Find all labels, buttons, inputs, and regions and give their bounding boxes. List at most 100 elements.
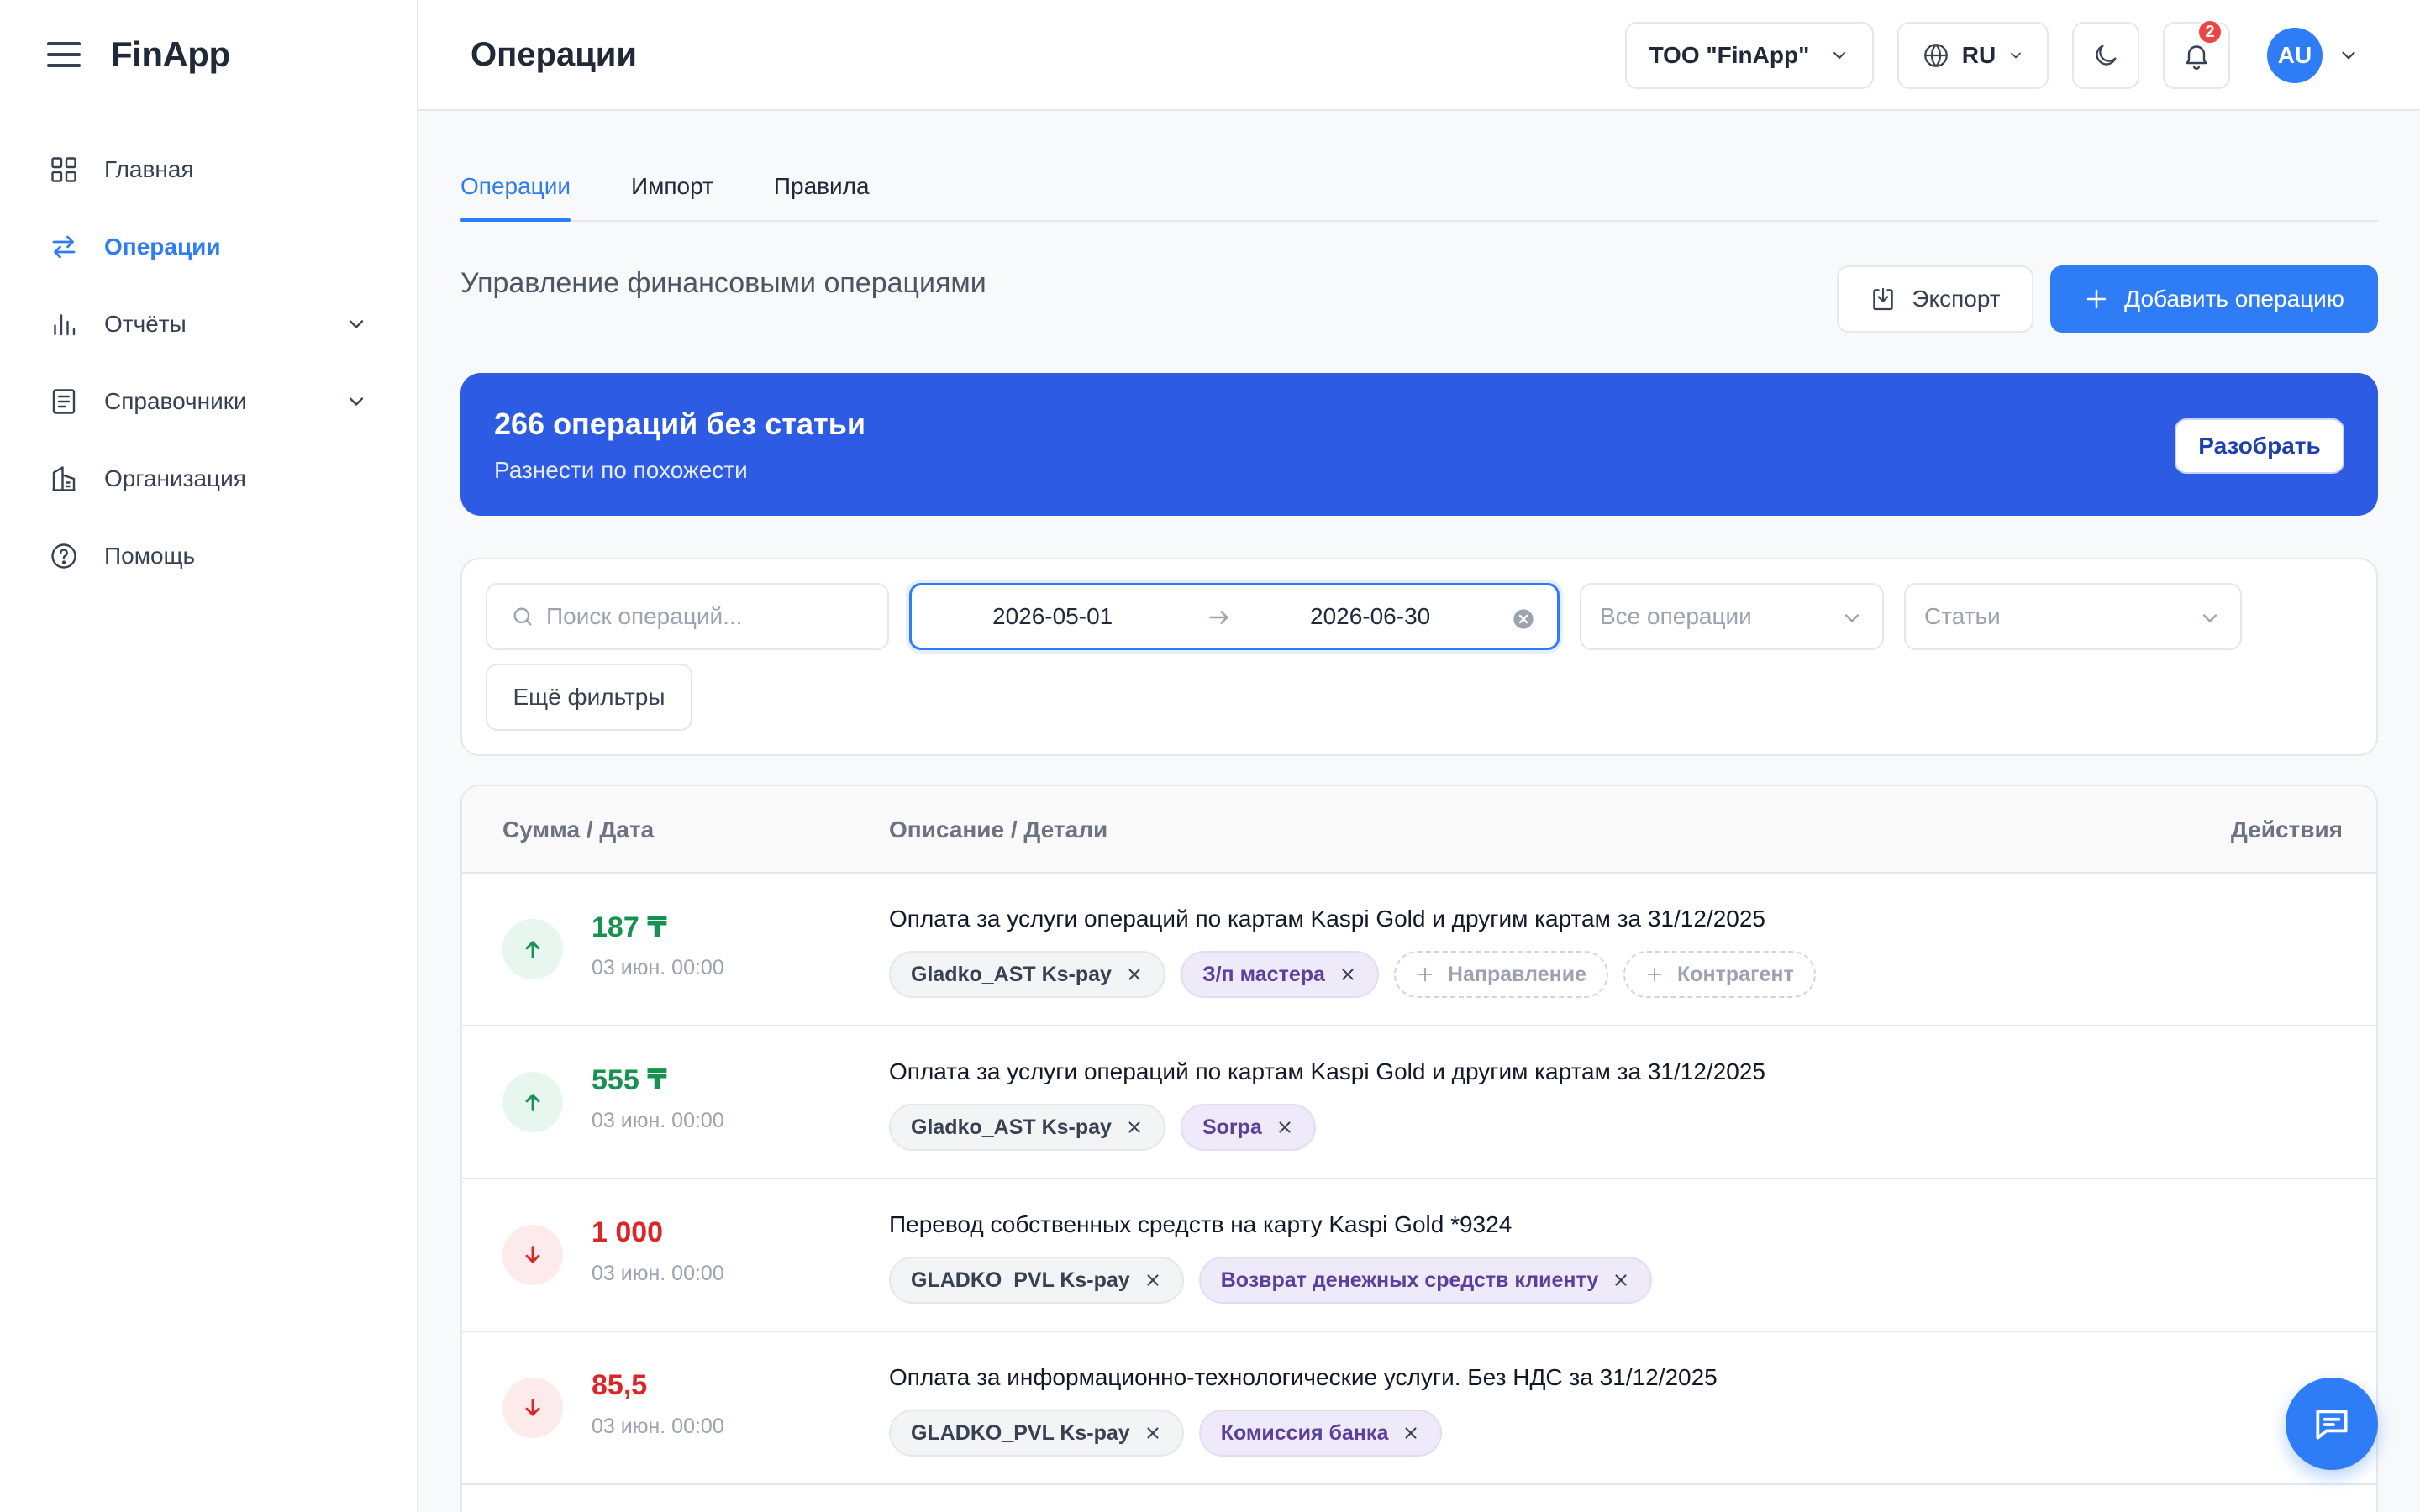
operation-amount: 1 000 — [592, 1216, 664, 1248]
expense-icon — [502, 1378, 563, 1438]
operation-description: Оплата за информационно-технологические … — [889, 1364, 1718, 1390]
uncategorized-banner: 266 операций без статьи Разнести по похо… — [460, 373, 2378, 516]
sidebar-item-label: Главная — [104, 156, 194, 182]
operation-type-select[interactable]: Все операции — [1580, 583, 1884, 650]
close-icon[interactable] — [1612, 1271, 1630, 1289]
close-icon[interactable] — [1402, 1424, 1420, 1442]
sidebar-item-operations[interactable]: Операции — [0, 208, 417, 286]
close-icon[interactable] — [1276, 1118, 1294, 1137]
language-select[interactable]: RU — [1897, 22, 2049, 89]
operation-date: 03 июн. 00:00 — [592, 1109, 724, 1132]
close-icon[interactable] — [1144, 1424, 1162, 1442]
book-icon — [47, 385, 81, 418]
tab-operations[interactable]: Операции — [460, 173, 571, 222]
tag-label: GLADKO_PVL Ks-pay — [911, 1420, 1130, 1445]
account-tag[interactable]: Gladko_AST Ks-pay — [889, 1104, 1165, 1151]
tag-label: GLADKO_PVL Ks-pay — [911, 1268, 1130, 1292]
add-operation-button[interactable]: Добавить операцию — [2050, 265, 2378, 333]
banner-title: 266 операций без статьи — [494, 407, 865, 441]
sidebar-item-help[interactable]: Помощь — [0, 517, 417, 595]
grid-icon — [47, 153, 81, 186]
plus-icon — [1418, 967, 1433, 982]
category-tag[interactable]: Комиссия банка — [1198, 1410, 1443, 1457]
sidebar-item-reports[interactable]: Отчёты — [0, 286, 417, 363]
chevron-down-icon — [1833, 52, 1846, 60]
operation-amount: 187 ₸ — [592, 911, 667, 943]
sidebar-item-label: Помощь — [104, 543, 196, 569]
tag-label: Gladko_AST Ks-pay — [911, 962, 1112, 986]
sidebar-item-references[interactable]: Справочники — [0, 363, 417, 440]
search-input[interactable]: Поиск операций... — [486, 583, 889, 650]
sort-out-button[interactable]: Разобрать — [2175, 418, 2344, 474]
date-from[interactable]: 2026-05-01 — [992, 603, 1113, 630]
operation-date: 03 июн. 00:00 — [592, 956, 724, 979]
operation-amount: 555 ₸ — [592, 1064, 667, 1096]
add-direction-tag[interactable]: Направление — [1393, 951, 1609, 998]
operation-tags: Gladko_AST Ks-pay З/п мастера Направлени… — [889, 951, 1816, 998]
tabs: Операции Импорт Правила — [460, 111, 2378, 222]
chevron-down-icon — [2011, 52, 2022, 59]
tag-label: Направление — [1447, 962, 1587, 986]
operation-tags: GLADKO_PVL Ks-pay Комиссия банка — [889, 1410, 1443, 1457]
avatar[interactable]: AU — [2267, 28, 2323, 83]
category-tag[interactable]: З/п мастера — [1180, 951, 1379, 998]
app-logo: FinApp — [111, 34, 230, 74]
notifications-button[interactable]: 2 — [2163, 18, 2230, 89]
sidebar-item-organization[interactable]: Организация — [0, 440, 417, 517]
page-content: Операции Импорт Правила Управление финан… — [418, 111, 2420, 1512]
tab-rules[interactable]: Правила — [774, 173, 870, 220]
sidebar: FinApp Главная Операции Отчёты Справочни… — [0, 0, 418, 1512]
operation-type-value: Все операции — [1600, 603, 1752, 629]
building-icon — [47, 462, 81, 496]
date-to[interactable]: 2026-06-30 — [1310, 603, 1430, 630]
account-tag[interactable]: GLADKO_PVL Ks-pay — [889, 1257, 1184, 1304]
tag-label: З/п мастера — [1202, 962, 1325, 986]
chevron-down-icon — [349, 397, 364, 407]
search-icon — [513, 607, 532, 626]
category-select[interactable]: Статьи — [1904, 583, 2242, 650]
table-row[interactable]: 1 000 03 июн. 00:00 Перевод собственных … — [462, 1179, 2376, 1332]
theme-toggle-button[interactable] — [2072, 22, 2139, 89]
category-tag[interactable]: Возврат денежных средств клиенту — [1198, 1257, 1653, 1304]
date-range-picker[interactable]: 2026-05-01 2026-06-30 — [909, 583, 1560, 650]
table-row[interactable]: 555 ₸ 03 июн. 00:00 Оплата за услуги опе… — [462, 1026, 2376, 1179]
language-code: RU — [1961, 42, 1996, 68]
chat-icon — [2316, 1410, 2348, 1440]
close-icon[interactable] — [1125, 965, 1144, 984]
sidebar-item-home[interactable]: Главная — [0, 131, 417, 208]
account-tag[interactable]: Gladko_AST Ks-pay — [889, 951, 1165, 998]
more-filters-button[interactable]: Ещё фильтры — [486, 664, 692, 731]
organization-name: ТОО "FinApp" — [1649, 42, 1810, 68]
page-title: Операции — [471, 35, 637, 73]
operation-date: 03 июн. 00:00 — [592, 1262, 724, 1285]
menu-toggle-icon[interactable] — [47, 42, 81, 67]
export-button[interactable]: Экспорт — [1837, 265, 2033, 333]
moon-icon — [2096, 45, 2117, 66]
table-row[interactable]: 85,5 03 июн. 00:00 Оплата за информацион… — [462, 1332, 2376, 1485]
chevron-down-icon[interactable] — [2338, 45, 2360, 66]
category-tag[interactable]: Sorpa — [1180, 1104, 1316, 1151]
chat-button[interactable] — [2286, 1378, 2378, 1470]
close-icon[interactable] — [1144, 1271, 1162, 1289]
download-icon — [1873, 287, 1894, 311]
table-row[interactable]: 187 ₸ 03 июн. 00:00 Оплата за услуги опе… — [462, 874, 2376, 1026]
operation-description: Перевод собственных средств на карту Kas… — [889, 1211, 1512, 1237]
organization-select[interactable]: ТОО "FinApp" — [1625, 22, 1874, 89]
add-counterparty-tag[interactable]: Контрагент — [1623, 951, 1816, 998]
operation-amount: 85,5 — [592, 1369, 648, 1401]
close-icon[interactable] — [1339, 965, 1357, 984]
sidebar-nav: Главная Операции Отчёты Справочники Орга… — [0, 131, 417, 595]
account-tag[interactable]: GLADKO_PVL Ks-pay — [889, 1410, 1184, 1457]
column-amount-date[interactable]: Сумма / Дата — [502, 816, 654, 843]
tab-import[interactable]: Импорт — [631, 173, 713, 220]
globe-icon — [1923, 44, 1948, 67]
clear-icon[interactable] — [1512, 607, 1535, 631]
search-placeholder: Поиск операций... — [546, 603, 743, 629]
toolbar: Управление финансовыми операциями Экспор… — [460, 222, 2378, 373]
export-label: Экспорт — [1912, 286, 2001, 312]
operation-description: Оплата за услуги операций по картам Kasp… — [889, 906, 1765, 932]
close-icon[interactable] — [1125, 1118, 1144, 1137]
income-icon — [502, 919, 563, 979]
operation-tags: Gladko_AST Ks-pay Sorpa — [889, 1104, 1316, 1151]
add-operation-label: Добавить операцию — [2124, 286, 2344, 312]
